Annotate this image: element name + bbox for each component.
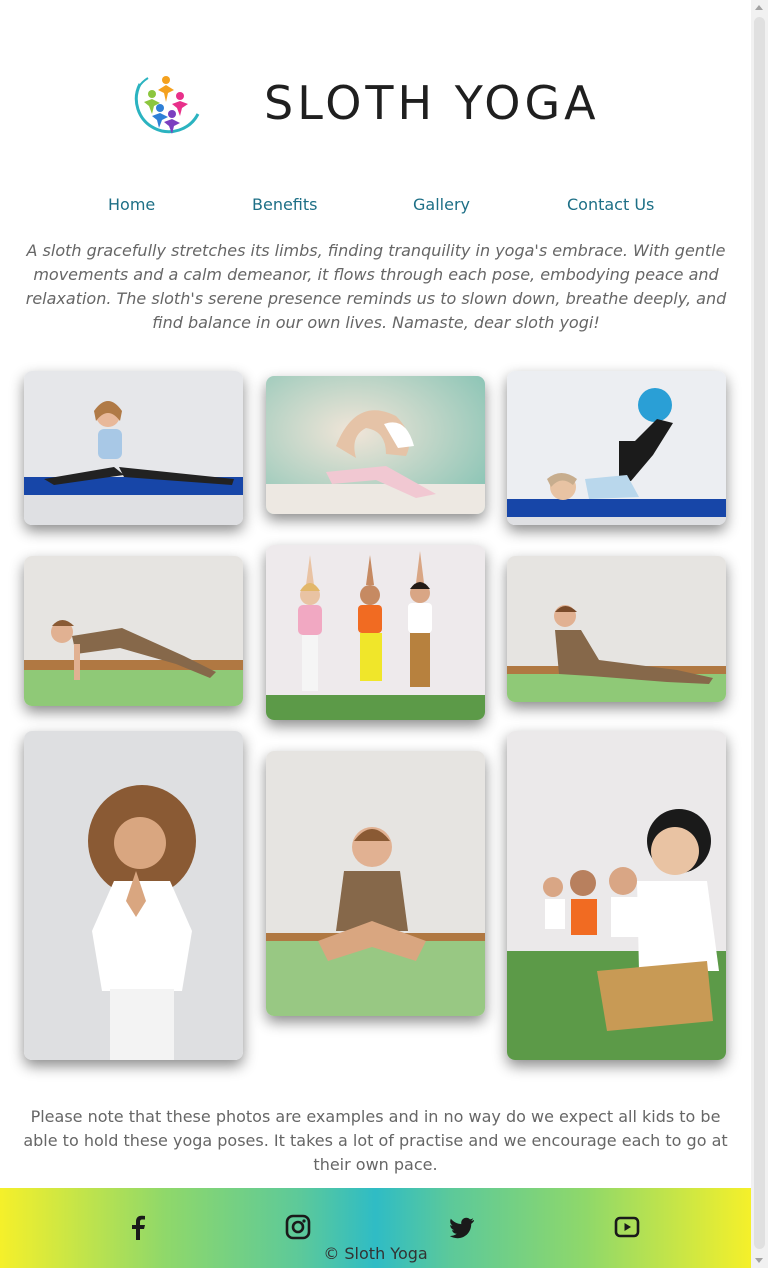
- facebook-icon[interactable]: [125, 1214, 151, 1240]
- intro-paragraph: A sloth gracefully stretches its limbs, …: [25, 241, 727, 332]
- yoga-people-logo-icon[interactable]: [126, 66, 204, 144]
- vertical-scrollbar[interactable]: [751, 0, 768, 1268]
- instagram-icon[interactable]: [285, 1214, 311, 1240]
- gallery-photo-splits[interactable]: [24, 371, 243, 525]
- scroll-down-arrow-icon[interactable]: [755, 1258, 763, 1263]
- page: SLOTH YOGA Home Benefits Gallery Contact…: [0, 0, 751, 1268]
- scrollbar-thumb[interactable]: [754, 17, 765, 1249]
- twitter-icon[interactable]: [450, 1214, 476, 1240]
- nav-benefits[interactable]: Benefits: [252, 194, 318, 216]
- gallery-photo-ball[interactable]: [507, 371, 726, 525]
- nav-home[interactable]: Home: [108, 194, 155, 216]
- copyright-text: © Sloth Yoga: [323, 1244, 428, 1263]
- gallery-photo-meditating-kids[interactable]: [507, 731, 726, 1060]
- site-title: SLOTH YOGA: [264, 76, 600, 130]
- scroll-up-arrow-icon[interactable]: [755, 5, 763, 10]
- youtube-icon[interactable]: [614, 1214, 640, 1240]
- gallery-photo-tree-pose[interactable]: [266, 545, 485, 720]
- gallery-photo-backbend[interactable]: [266, 376, 485, 514]
- disclaimer-note: Please note that these photos are exampl…: [23, 1107, 728, 1174]
- gallery-photo-cobra[interactable]: [507, 556, 726, 702]
- gallery-photo-prayer-hands[interactable]: [24, 731, 243, 1060]
- nav-gallery[interactable]: Gallery: [413, 194, 470, 216]
- gallery-photo-cross-legged[interactable]: [266, 751, 485, 1016]
- nav-contact-us[interactable]: Contact Us: [567, 194, 654, 216]
- gallery-photo-plank[interactable]: [24, 556, 243, 706]
